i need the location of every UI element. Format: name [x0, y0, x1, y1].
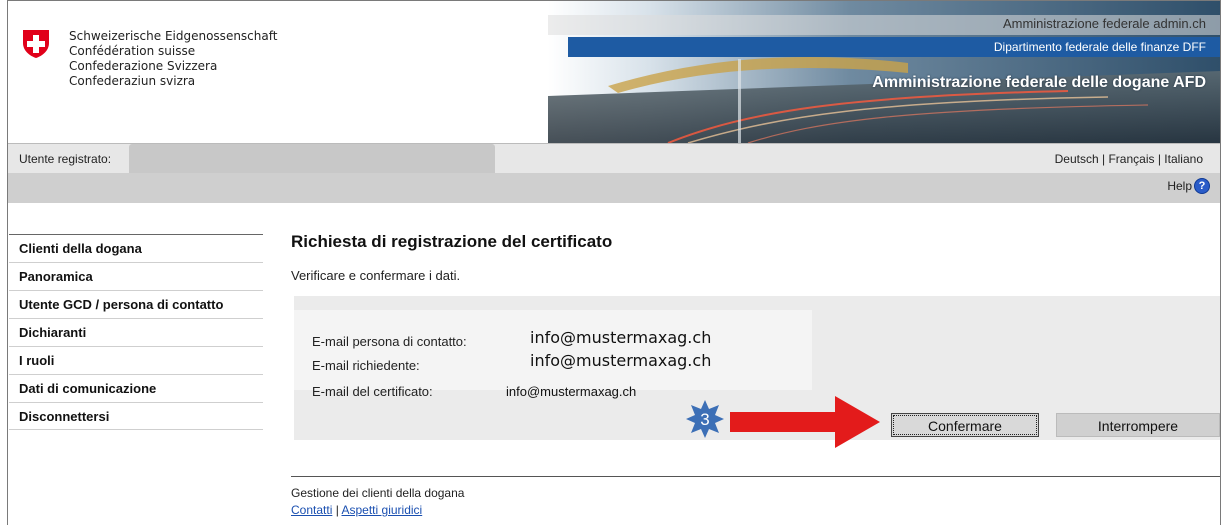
contact-email-value: info@mustermaxag.ch [530, 328, 712, 347]
confirm-button[interactable]: Confermare [891, 413, 1039, 437]
sidebar-nav: Clienti della dogana Panoramica Utente G… [9, 234, 263, 430]
agency-title: Amministrazione federale delle dogane AF… [872, 74, 1206, 91]
cancel-button[interactable]: Interrompere [1056, 413, 1220, 437]
lang-separator: | [1102, 152, 1106, 166]
sidebar-item-dichiaranti[interactable]: Dichiaranti [9, 318, 263, 346]
help-link[interactable]: Help ? [1167, 178, 1210, 194]
help-bar: Help ? [8, 173, 1220, 203]
user-bar: Utente registrato: Deutsch | Français | … [8, 143, 1220, 176]
sidebar-item-disconnettersi[interactable]: Disconnettersi [9, 402, 263, 430]
admin-bar: Amministrazione federale admin.ch [568, 15, 1220, 35]
step-badge-number: 3 [700, 410, 709, 429]
confederation-line: Confédération suisse [69, 44, 196, 58]
page-title: Richiesta di registrazione del certifica… [291, 232, 613, 251]
sidebar-item-dati-comunicazione[interactable]: Dati di comunicazione [9, 374, 263, 402]
site-header: Schweizerische Eidgenossenschaft Confédé… [8, 1, 1220, 143]
instruction-text: Verificare e confermare i dati. [291, 268, 461, 283]
footer-links: Contatti | Aspetti giuridici [291, 503, 422, 517]
annotation-arrow-icon [730, 396, 880, 448]
certificate-email-value: info@mustermaxag.ch [506, 384, 637, 399]
contact-email-label: E-mail persona di contatto: [312, 334, 467, 349]
help-icon[interactable]: ? [1194, 178, 1210, 194]
certificate-email-label: E-mail del certificato: [312, 384, 433, 399]
sidebar-item-utente-gcd[interactable]: Utente GCD / persona di contatto [9, 290, 263, 318]
sidebar-item-clienti-della-dogana[interactable]: Clienti della dogana [9, 234, 263, 262]
lang-francais-link[interactable]: Français [1108, 152, 1154, 166]
step-badge-icon: 3 [686, 400, 724, 438]
user-label: Utente registrato: [19, 152, 112, 166]
page-frame: Schweizerische Eidgenossenschaft Confédé… [7, 0, 1221, 525]
confederation-line: Confederaziun svizra [69, 74, 196, 88]
footer-separator: | [335, 503, 339, 517]
legal-link[interactable]: Aspetti giuridici [342, 503, 423, 517]
lang-italiano-link[interactable]: Italiano [1164, 152, 1203, 166]
form-fields-panel [294, 310, 812, 390]
lang-separator: | [1157, 152, 1161, 166]
department-bar: Dipartimento federale delle finanze DFF [568, 37, 1220, 57]
requester-email-value: info@mustermaxag.ch [530, 351, 712, 370]
footer-title: Gestione dei clienti della dogana [291, 486, 465, 500]
confederation-line: Schweizerische Eidgenossenschaft [69, 29, 278, 43]
footer-divider [291, 476, 1220, 477]
help-label: Help [1167, 179, 1192, 193]
lang-deutsch-link[interactable]: Deutsch [1055, 152, 1099, 166]
admin-title: Amministrazione federale admin.ch [1002, 16, 1206, 31]
confederation-line: Confederazione Svizzera [69, 59, 218, 73]
language-switcher: Deutsch | Français | Italiano [1055, 152, 1203, 166]
swiss-cross-icon [23, 30, 49, 58]
sidebar-item-panoramica[interactable]: Panoramica [9, 262, 263, 290]
user-name-redacted [129, 144, 495, 176]
confederation-names: Schweizerische Eidgenossenschaft Confédé… [69, 29, 277, 89]
sidebar-item-ruoli[interactable]: I ruoli [9, 346, 263, 374]
department-title: Dipartimento federale delle finanze DFF [993, 40, 1206, 54]
contacts-link[interactable]: Contatti [291, 503, 332, 517]
requester-email-label: E-mail richiedente: [312, 358, 420, 373]
